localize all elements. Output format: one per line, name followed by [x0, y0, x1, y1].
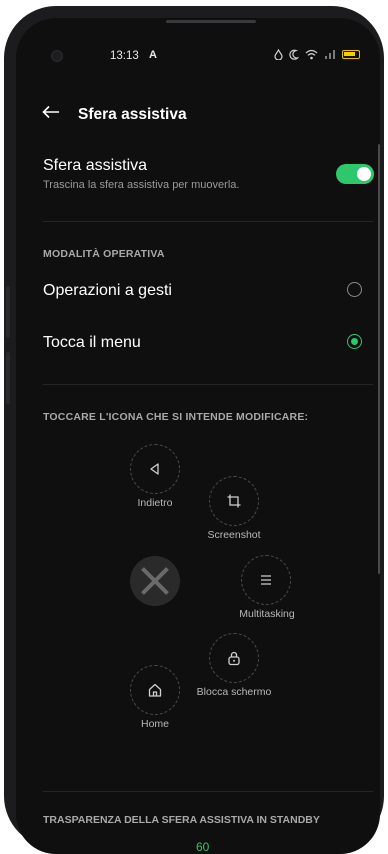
assistive-ball-title: Sfera assistiva	[43, 157, 148, 174]
ball-item-multitasking[interactable]	[241, 555, 291, 605]
ball-item-multitasking-label: Multitasking	[239, 608, 295, 620]
back-button[interactable]	[42, 102, 60, 125]
status-indicator: A	[149, 49, 157, 61]
water-drop-icon	[274, 49, 283, 60]
option-touch-menu-radio[interactable]	[347, 334, 362, 349]
page-title: Sfera assistiva	[78, 106, 187, 123]
ball-item-home-label: Home	[140, 718, 169, 730]
option-gestures[interactable]: Operazioni a gesti	[16, 272, 380, 312]
ball-item-lock-screen[interactable]	[209, 633, 259, 683]
moon-icon	[289, 49, 299, 60]
divider	[43, 221, 373, 222]
power-button	[6, 352, 10, 404]
ball-item-home[interactable]	[130, 665, 180, 715]
icons-section-label: TOCCARE L'ICONA CHE SI INTENDE MODIFICAR…	[43, 411, 309, 423]
ball-item-back[interactable]	[130, 444, 180, 494]
app-bar: Sfera assistiva	[16, 104, 380, 134]
status-time: 13:13	[110, 50, 139, 62]
ball-center[interactable]	[130, 556, 180, 606]
transparency-value: 60	[196, 840, 210, 854]
close-icon	[141, 567, 169, 595]
battery-icon	[342, 50, 360, 59]
status-icons	[274, 49, 360, 60]
toggle-knob	[357, 167, 371, 181]
menu-lines-icon	[261, 575, 271, 585]
divider	[43, 384, 373, 385]
option-gestures-radio[interactable]	[347, 282, 362, 297]
ball-item-back-label: Indietro	[137, 497, 173, 509]
status-bar: 13:13 A	[16, 48, 380, 66]
speaker-grille	[166, 20, 256, 23]
transparency-section-label: TRASPARENZA DELLA SFERA ASSISTIVA IN STA…	[43, 814, 320, 826]
assistive-ball-row: Sfera assistiva Trascina la sfera assist…	[43, 157, 343, 191]
ball-item-screenshot-label: Screenshot	[207, 529, 261, 541]
option-touch-menu-label: Tocca il menu	[43, 334, 141, 351]
option-touch-menu[interactable]: Tocca il menu	[16, 324, 380, 364]
lock-icon	[228, 651, 240, 666]
mode-section-label: MODALITÀ OPERATIVA	[43, 248, 165, 260]
wifi-icon	[305, 49, 318, 60]
home-icon	[148, 683, 162, 697]
assistive-ball-subtitle: Trascina la sfera assistiva per muoverla…	[43, 179, 240, 191]
ball-item-screenshot[interactable]	[209, 476, 259, 526]
signal-icon	[325, 50, 335, 59]
ball-item-lock-screen-label: Blocca schermo	[196, 686, 272, 698]
arrow-left-icon	[42, 105, 59, 119]
volume-button	[6, 286, 10, 338]
screen: 13:13 A Sfera assistiva Sfera assistiva …	[16, 18, 380, 854]
divider	[43, 791, 373, 792]
assistive-ball-toggle[interactable]	[336, 164, 374, 184]
back-triangle-icon	[150, 463, 159, 475]
phone-frame: 13:13 A Sfera assistiva Sfera assistiva …	[4, 6, 384, 854]
option-gestures-label: Operazioni a gesti	[43, 282, 172, 299]
front-camera	[51, 50, 63, 62]
crop-icon	[227, 494, 241, 508]
